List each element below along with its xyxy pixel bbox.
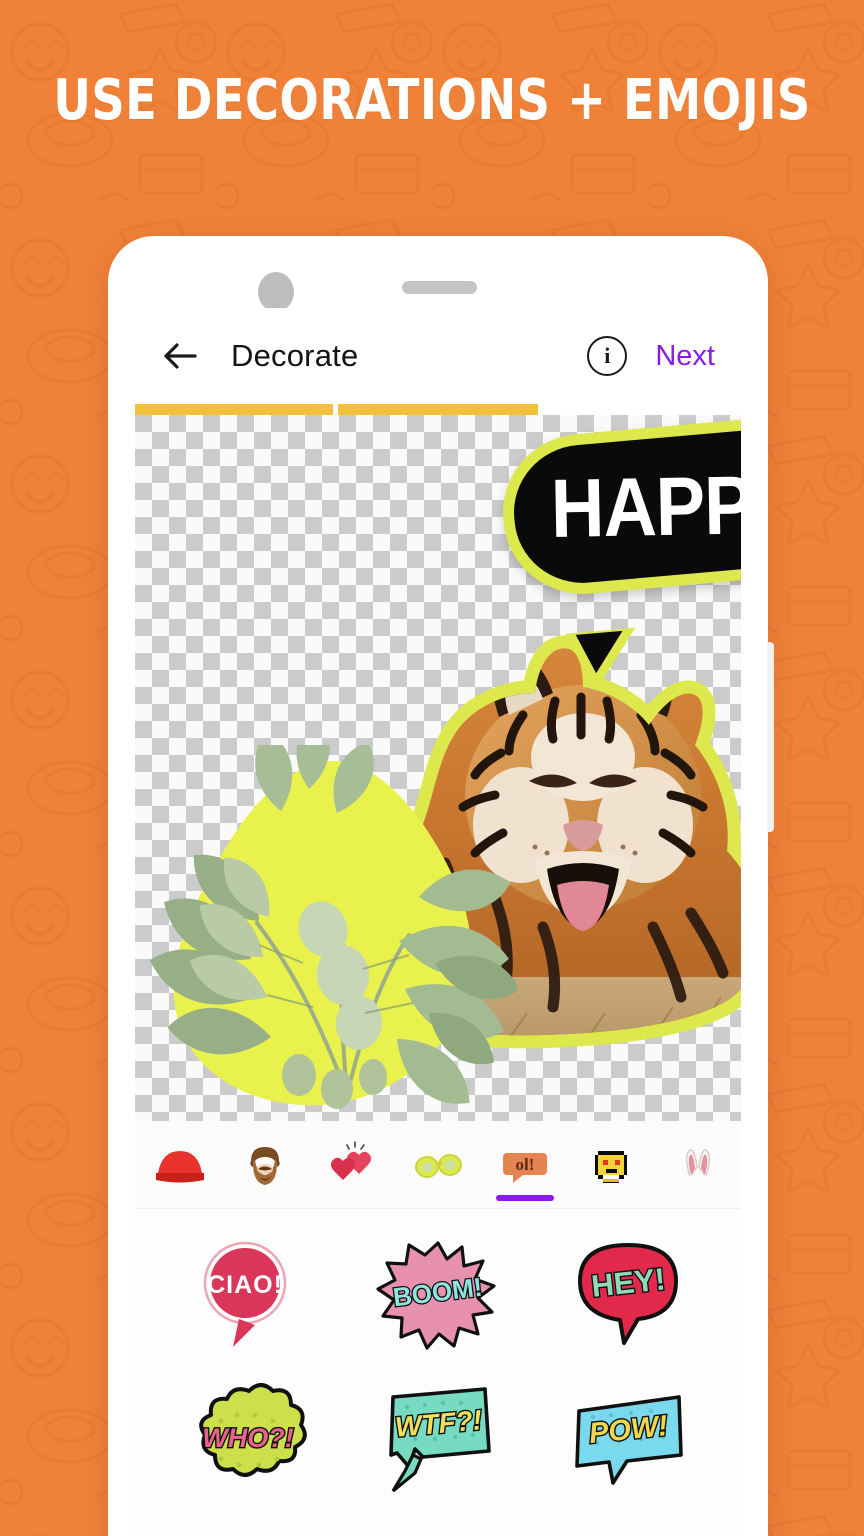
svg-text:WHO?!: WHO?! [202,1423,293,1453]
svg-text:CIAO!: CIAO! [207,1271,283,1299]
speech-bubble-icon: ol! [502,1152,547,1183]
progress-segment [338,404,538,415]
two-hearts-icon [331,1140,372,1180]
sticker-category-tabs[interactable]: ol! [135,1121,741,1209]
progress-segment [135,404,333,415]
sticker-grid[interactable]: CIAO! BOOM! HEY! WHO?! WTF?! POW! [135,1209,741,1536]
phone-mockup: Decorate i Next HAPPY ol! CIAO! BOOM! HE… [108,236,774,1536]
sidebar-item-pixel[interactable] [568,1121,655,1208]
sorry-sticker[interactable]: SORRY [533,1519,723,1536]
pixel-smiley-icon [595,1150,628,1183]
boom-sticker[interactable]: BOOM! [343,1223,533,1363]
app-bar: Decorate i Next [135,308,741,404]
hey-sticker[interactable]: HEY! [533,1223,723,1363]
next-button[interactable]: Next [655,340,715,373]
happy-text: HAPPY [549,457,741,555]
sidebar-item-ears[interactable] [654,1121,741,1208]
app-screen: Decorate i Next HAPPY ol! CIAO! BOOM! HE… [135,308,741,1536]
sidebar-item-words[interactable]: ol! [481,1121,568,1208]
bearded-man-icon [250,1146,280,1185]
step-progress-bar [135,404,741,415]
svg-text:ol!: ol! [515,1155,534,1174]
sunglasses-icon [415,1153,463,1178]
amazing-sticker[interactable]: AMAZING [153,1519,343,1536]
speech-bubble-body: HAPPY [496,415,741,601]
speech-bubble-tail [575,630,627,675]
promo-headline: USE DECORATIONS + EMOJIS [53,68,811,133]
bunny-ears-icon [685,1148,710,1180]
red-cap-icon [156,1150,205,1182]
back-arrow-icon[interactable] [157,333,203,379]
speaker-bar-icon [402,281,477,294]
sidebar-item-faces[interactable] [222,1121,309,1208]
wtf-sticker[interactable]: WTF?! [343,1371,533,1511]
ciao-sticker[interactable]: CIAO! [153,1223,343,1363]
phone-side-button [767,642,774,832]
watercolor-leaves-sticker[interactable] [147,745,517,1121]
happy-speech-bubble-sticker[interactable]: HAPPY [496,415,741,692]
sidebar-item-hats[interactable] [135,1121,222,1208]
page-title: Decorate [231,338,359,373]
editor-canvas[interactable]: HAPPY [135,415,741,1121]
sidebar-item-glasses[interactable] [395,1121,482,1208]
thanks-sticker[interactable]: Thanks! [343,1519,533,1536]
info-circle-icon[interactable]: i [587,336,628,376]
sidebar-item-hearts[interactable] [308,1121,395,1208]
info-glyph: i [604,343,611,368]
who-sticker[interactable]: WHO?! [153,1371,343,1511]
pow-sticker[interactable]: POW! [533,1371,723,1511]
camera-dot-icon [258,272,294,312]
